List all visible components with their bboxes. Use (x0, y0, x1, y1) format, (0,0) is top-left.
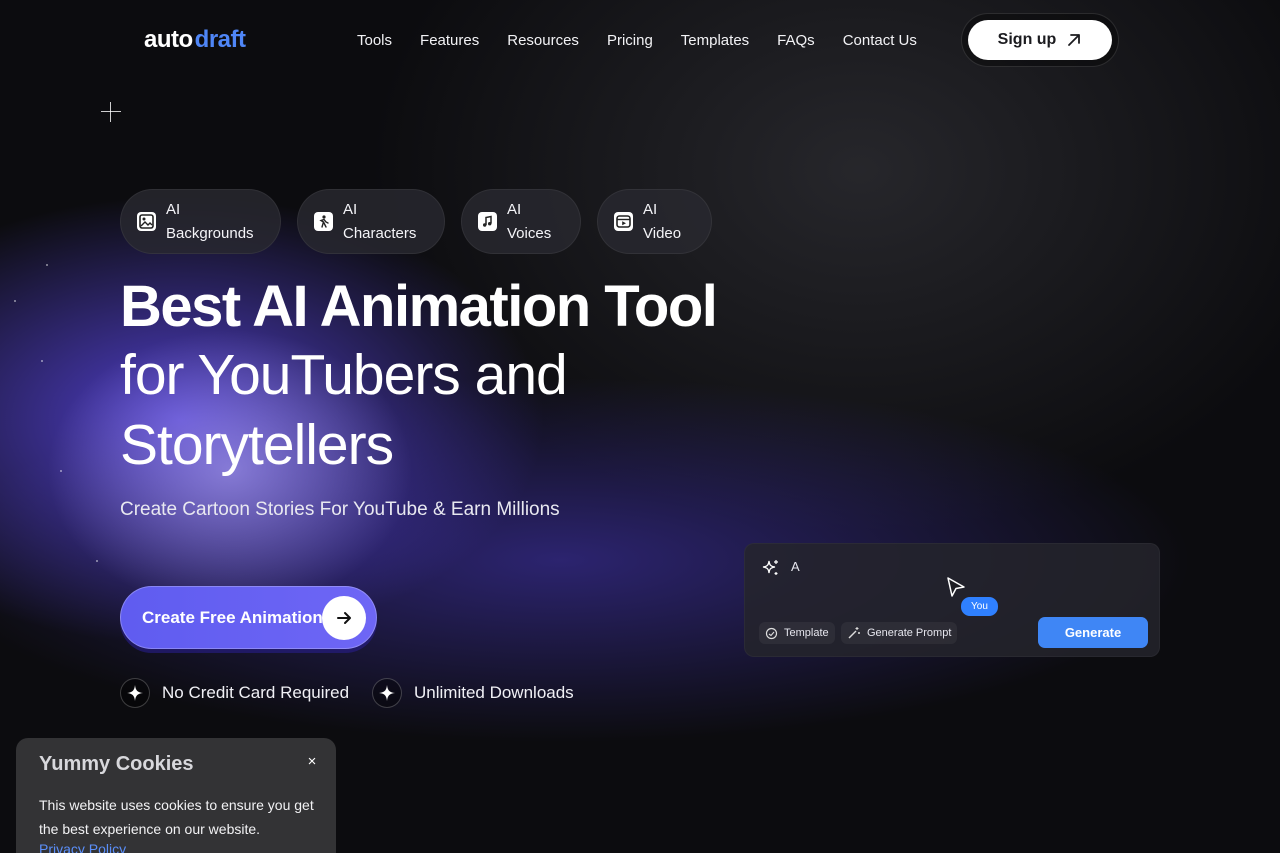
image-icon (137, 212, 156, 231)
ai-sparkles-icon (762, 560, 778, 575)
music-note-icon (478, 212, 497, 231)
generate-prompt-label: Generate Prompt (867, 627, 952, 639)
arrow-right-icon (322, 596, 366, 640)
nav-templates[interactable]: Templates (667, 29, 763, 52)
cookie-banner: Yummy Cookies × This website uses cookie… (16, 738, 336, 853)
template-button[interactable]: Template (759, 622, 835, 644)
prompt-input-text[interactable]: A (791, 559, 800, 574)
chip-label-line1: AI (166, 200, 181, 218)
hero-subtitle: for YouTubers and Storytellers (120, 343, 568, 477)
mouse-pointer-icon (947, 577, 965, 597)
cursor-you-label: You (961, 597, 998, 616)
chip-label-line1: AI (643, 200, 658, 218)
logo[interactable]: auto draft (144, 26, 246, 53)
prompt-demo-panel: A You Template Generate Prompt Generate (744, 543, 1160, 657)
template-label: Template (784, 627, 829, 639)
logo-part-draft: draft (194, 26, 246, 53)
sparkle-icon (101, 102, 121, 122)
perk-label: No Credit Card Required (162, 683, 350, 702)
privacy-policy-link[interactable]: Privacy Policy (39, 841, 126, 853)
hero-title: Best AI Animation Tool (120, 274, 718, 339)
page: auto draft Tools Features Resources Pric… (0, 0, 1280, 853)
chip-label-line2: Video (643, 224, 682, 242)
magic-wand-icon (848, 627, 860, 639)
perk-label: Unlimited Downloads (414, 683, 574, 702)
cookie-body: This website uses cookies to ensure you … (39, 797, 314, 837)
logo-part-auto: auto (144, 26, 193, 53)
cookie-close-button[interactable]: × (303, 752, 321, 770)
template-icon (765, 627, 778, 639)
generate-button[interactable]: Generate (1038, 617, 1148, 648)
chip-label-line2: Characters (343, 224, 417, 242)
chip-ai-voices[interactable]: AI Voices (461, 189, 581, 254)
nav-tools[interactable]: Tools (343, 29, 406, 52)
cookie-title: Yummy Cookies (39, 753, 194, 775)
nav-faqs[interactable]: FAQs (763, 29, 829, 52)
signup-container: Sign up (961, 13, 1119, 67)
perk-unlimited-downloads: Unlimited Downloads (372, 678, 574, 708)
generate-prompt-button[interactable]: Generate Prompt (841, 622, 958, 644)
feature-chips: AI Backgrounds AI Characters AI Voices AI Vi… (120, 189, 712, 254)
chip-ai-backgrounds[interactable]: AI Backgrounds (120, 189, 281, 254)
nav-features[interactable]: Features (406, 29, 493, 52)
signup-button[interactable]: Sign up (968, 20, 1112, 60)
chip-label-line1: AI (343, 200, 358, 218)
perk-no-credit-card: No Credit Card Required (120, 678, 349, 708)
chip-ai-characters[interactable]: AI Characters (297, 189, 445, 254)
signup-label: Sign up (997, 31, 1057, 48)
arrow-up-right-icon (1068, 34, 1081, 46)
sparkle-badge-icon (372, 678, 402, 708)
chip-label-line2: Backgrounds (166, 224, 254, 242)
chip-label-line2: Voices (507, 224, 552, 242)
sparkle-badge-icon (120, 678, 150, 708)
create-free-animations-button[interactable]: Create Free Animations (120, 586, 377, 649)
video-icon (614, 212, 633, 231)
main-nav: Tools Features Resources Pricing Templat… (343, 29, 931, 52)
chip-label-line1: AI (507, 200, 522, 218)
cta-label: Create Free Animations (142, 607, 333, 627)
chip-ai-video[interactable]: AI Video (597, 189, 712, 254)
nav-pricing[interactable]: Pricing (593, 29, 667, 52)
nav-resources[interactable]: Resources (493, 29, 593, 52)
nav-contact-us[interactable]: Contact Us (829, 29, 931, 52)
character-icon (314, 212, 333, 231)
hero-tagline: Create Cartoon Stories For YouTube & Ear… (120, 499, 560, 520)
